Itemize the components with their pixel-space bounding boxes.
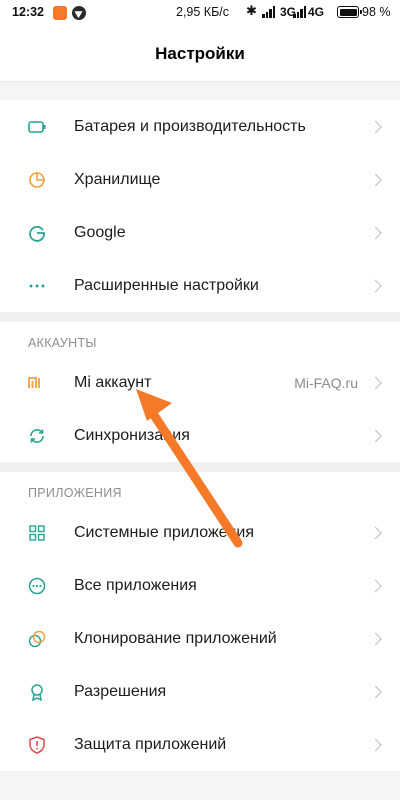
battery-icon [28, 118, 46, 136]
signal-icon [293, 6, 307, 18]
notification-app-icon [53, 6, 67, 20]
bluetooth-icon: ✱ [246, 3, 257, 18]
bottom-spacer [0, 772, 400, 800]
mi-logo-icon [28, 374, 46, 392]
settings-item-sync[interactable]: Синхронизация [0, 409, 400, 462]
settings-item-label: Системные приложения [74, 523, 254, 541]
settings-group-apps: Системные приложения Все приложения Клон… [0, 506, 400, 771]
settings-item-all-apps[interactable]: Все приложения [0, 559, 400, 612]
page-title: Настройки [155, 43, 245, 63]
settings-item-label: Синхронизация [74, 426, 190, 444]
section-title: АККАУНТЫ [28, 336, 97, 350]
storage-pie-icon [28, 171, 46, 189]
section-header-apps: ПРИЛОЖЕНИЯ [0, 462, 400, 512]
chevron-right-icon [369, 376, 382, 389]
chevron-right-icon [369, 632, 382, 645]
section-header-accounts: АККАУНТЫ [0, 312, 400, 362]
more-dots-icon [28, 277, 46, 295]
settings-item-clone-apps[interactable]: Клонирование приложений [0, 612, 400, 665]
settings-item-label: Google [74, 223, 126, 241]
settings-group-accounts: Mi аккаунт Mi-FAQ.ru Синхронизация [0, 356, 400, 462]
battery-icon [337, 6, 362, 18]
settings-item-app-protection[interactable]: Защита приложений [0, 718, 400, 771]
clone-icon [28, 630, 46, 648]
chevron-right-icon [369, 526, 382, 539]
battery-percent: 98 % [362, 5, 391, 19]
chevron-right-icon [369, 173, 382, 186]
settings-item-mi-account[interactable]: Mi аккаунт Mi-FAQ.ru [0, 356, 400, 409]
chevron-right-icon [369, 579, 382, 592]
settings-item-label: Хранилище [74, 170, 161, 188]
chevron-right-icon [369, 738, 382, 751]
status-bar: 12:32 2,95 КБ/с ✱ 3G 4G 98 % [0, 0, 400, 26]
settings-item-storage[interactable]: Хранилище [0, 153, 400, 206]
settings-item-advanced[interactable]: Расширенные настройки [0, 259, 400, 312]
chevron-right-icon [369, 279, 382, 292]
title-bar: Настройки [0, 26, 400, 82]
circle-dots-icon [28, 577, 46, 595]
network-speed: 2,95 КБ/с [176, 5, 230, 19]
google-icon [28, 224, 46, 242]
settings-item-label: Расширенные настройки [74, 276, 259, 294]
settings-item-google[interactable]: Google [0, 206, 400, 259]
settings-item-label: Разрешения [74, 682, 167, 700]
settings-item-label: Mi аккаунт [74, 373, 152, 391]
settings-item-label: Защита приложений [74, 735, 227, 753]
telegram-icon [72, 6, 86, 20]
sync-icon [28, 427, 46, 445]
shield-icon [28, 735, 46, 754]
signal-icon [262, 6, 276, 18]
status-time: 12:32 [12, 5, 44, 19]
grid-apps-icon [28, 524, 46, 542]
network-type-2: 4G [308, 5, 325, 19]
badge-icon [28, 683, 46, 701]
settings-item-label: Батарея и производительность [74, 117, 306, 135]
chevron-right-icon [369, 685, 382, 698]
settings-item-battery[interactable]: Батарея и производительность [0, 100, 400, 153]
settings-item-value: Mi-FAQ.ru [294, 374, 358, 391]
section-title: ПРИЛОЖЕНИЯ [28, 486, 122, 500]
settings-item-system-apps[interactable]: Системные приложения [0, 506, 400, 559]
settings-item-permissions[interactable]: Разрешения [0, 665, 400, 718]
chevron-right-icon [369, 429, 382, 442]
settings-item-label: Клонирование приложений [74, 629, 277, 647]
settings-group-main: Батарея и производительность Хранилище G… [0, 100, 400, 312]
chevron-right-icon [369, 120, 382, 133]
settings-item-label: Все приложения [74, 576, 197, 594]
chevron-right-icon [369, 226, 382, 239]
